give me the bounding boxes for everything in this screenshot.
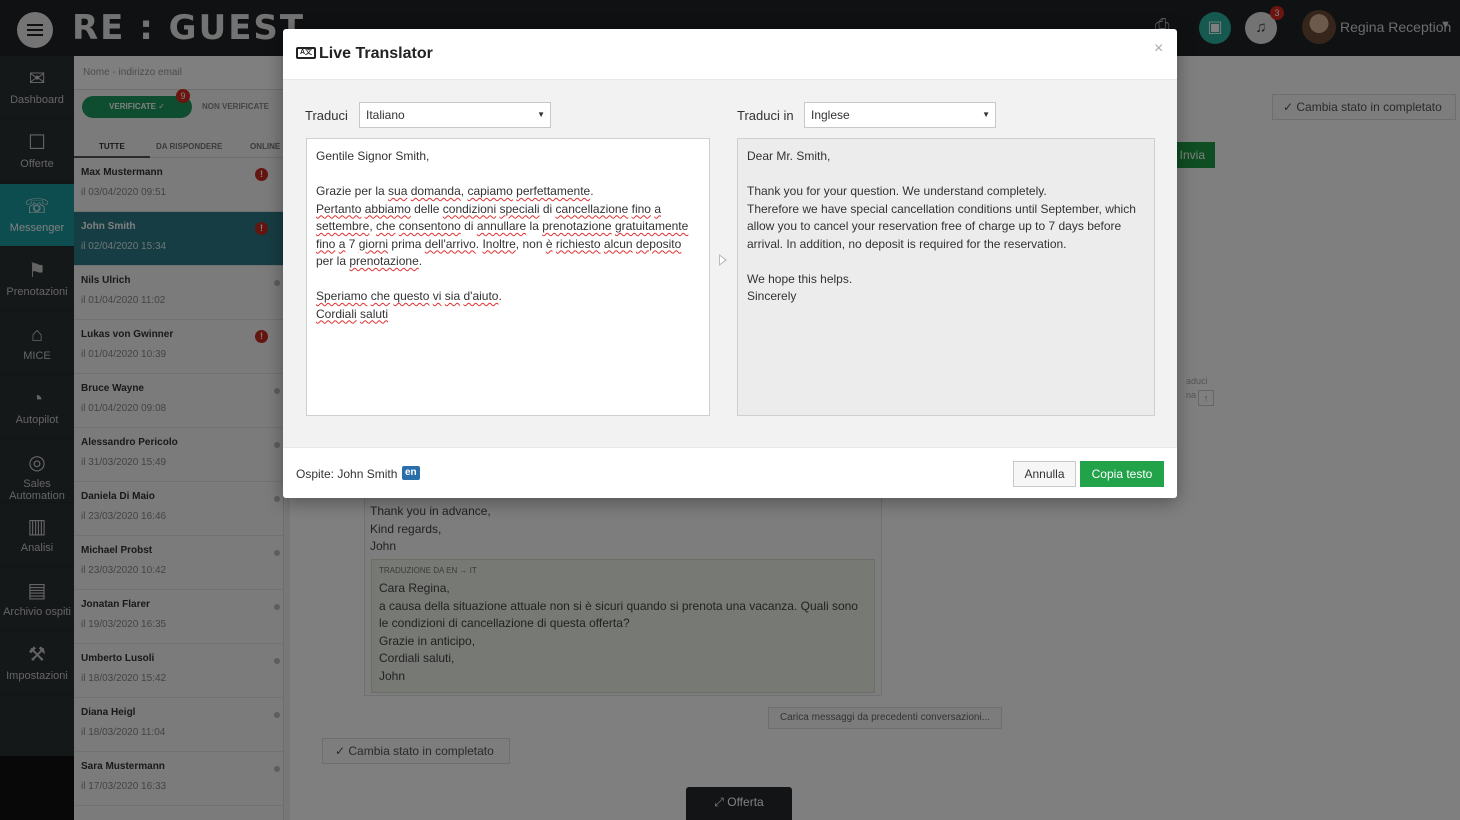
close-icon[interactable]: × xyxy=(1154,40,1163,58)
modal-title: Live Translator xyxy=(319,45,433,62)
source-language-label: Traduci xyxy=(305,108,348,123)
modal-header: A文 Live Translator × xyxy=(283,29,1177,80)
caret-down-icon: ▼ xyxy=(982,110,990,119)
target-text-area[interactable]: Dear Mr. Smith, Thank you for your quest… xyxy=(737,138,1155,416)
target-language-value: Inglese xyxy=(811,108,850,122)
modal-body: Traduci Italiano ▼ Traduci in Inglese ▼ … xyxy=(283,80,1177,447)
source-text-area[interactable]: Gentile Signor Smith, Grazie per la sua … xyxy=(306,138,710,416)
caret-down-icon: ▼ xyxy=(537,110,545,119)
translate-icon: A文 xyxy=(296,47,316,59)
source-language-value: Italiano xyxy=(366,108,405,122)
arrow-right-icon xyxy=(719,254,727,266)
source-language-select[interactable]: Italiano ▼ xyxy=(359,102,551,128)
copy-text-button[interactable]: Copia testo xyxy=(1080,461,1164,487)
target-language-label: Traduci in xyxy=(737,108,794,123)
target-language-select[interactable]: Inglese ▼ xyxy=(804,102,996,128)
guest-label: Ospite: John Smith xyxy=(296,467,398,481)
modal-footer: Ospite: John Smith en Annulla Copia test… xyxy=(283,447,1177,498)
live-translator-modal: A文 Live Translator × Traduci Italiano ▼ … xyxy=(283,29,1177,498)
guest-language-badge: en xyxy=(402,466,420,480)
cancel-button[interactable]: Annulla xyxy=(1013,461,1076,487)
